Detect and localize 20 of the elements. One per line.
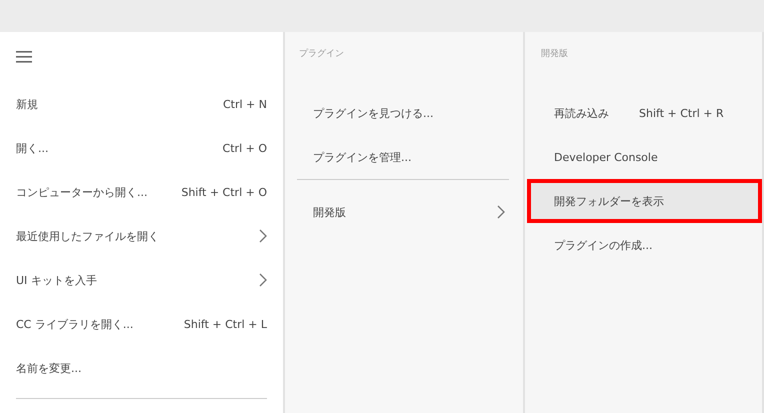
menu-item[interactable]: 名前を変更...	[16, 346, 267, 390]
menu-item[interactable]: 新規 Ctrl + N	[16, 82, 267, 126]
menu-item[interactable]: Developer Console	[527, 135, 762, 179]
chevron-right-icon	[497, 205, 505, 219]
menu-icon[interactable]	[16, 51, 32, 63]
chevron-right-icon	[259, 273, 267, 287]
menu-item[interactable]: プラグインの作成...	[527, 223, 762, 267]
menu-item[interactable]: CC ライブラリを開く... Shift + Ctrl + L	[16, 302, 267, 346]
menu-item[interactable]: 開く... Ctrl + O	[16, 126, 267, 170]
menu-item[interactable]: 最近使用したファイルを開く	[16, 214, 267, 258]
menu-item[interactable]: UI キットを入手	[16, 258, 267, 302]
menu-item[interactable]: 再読み込み Shift + Ctrl + R	[527, 91, 762, 135]
section-header: 開発版	[540, 48, 569, 61]
menu-item[interactable]: コンピューターから開く... Shift + Ctrl + O	[16, 170, 267, 214]
menu-item[interactable]: プラグインを管理...	[297, 135, 509, 179]
menu-item[interactable]: 開発フォルダーを表示	[527, 179, 762, 223]
section-header: プラグイン	[298, 47, 345, 61]
menu-item[interactable]: 開発版	[297, 190, 509, 234]
menu-item[interactable]: プラグインを見つける...	[297, 91, 509, 135]
chevron-right-icon	[259, 229, 267, 243]
